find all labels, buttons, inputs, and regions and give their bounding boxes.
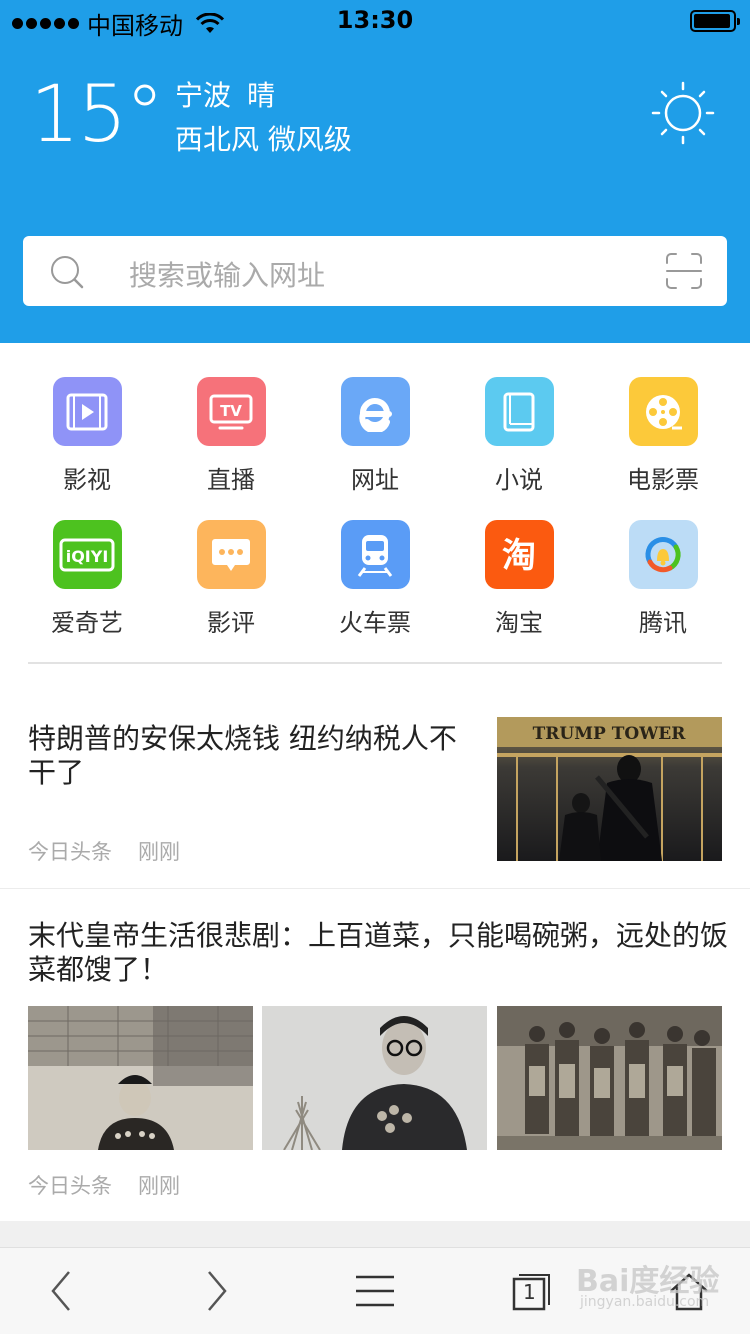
app-sites[interactable]: 网址 — [303, 377, 447, 495]
app-train-tickets[interactable]: 火车票 — [303, 520, 447, 638]
app-novel[interactable]: 小说 — [447, 377, 591, 495]
weather-location: 宁波晴 — [175, 74, 291, 114]
temperature: 15° — [30, 70, 164, 160]
app-movie-tickets[interactable]: 电影票 — [591, 377, 735, 495]
svg-text:TV: TV — [220, 402, 242, 420]
app-taobao[interactable]: 淘 淘宝 — [447, 520, 591, 638]
svg-text:iQIYI: iQIYI — [66, 547, 109, 566]
train-icon — [340, 520, 410, 589]
sun-icon[interactable] — [650, 80, 716, 146]
app-video[interactable]: 影视 — [15, 377, 159, 495]
news-source: 今日头条 — [28, 1174, 112, 1198]
app-label: 电影票 — [627, 466, 699, 494]
news-image[interactable] — [262, 1006, 487, 1150]
app-live[interactable]: TV 直播 — [159, 377, 303, 495]
condition-label: 晴 — [247, 79, 276, 112]
city-label: 宁波 — [175, 79, 232, 112]
app-label: 小说 — [495, 466, 543, 494]
search-bar[interactable]: 搜索或输入网址 — [23, 236, 727, 306]
tabs-button[interactable]: 1 — [506, 1268, 556, 1314]
watermark-url: jingyan.baidu.com — [580, 1294, 710, 1310]
news-source: 今日头条 — [28, 840, 112, 864]
news-item[interactable]: 特朗普的安保太烧钱 纽约纳税人不干了 今日头条 刚刚 TRUMP TOWER — [0, 664, 750, 888]
news-image[interactable] — [28, 1006, 253, 1150]
news-meta: 今日头条 刚刚 — [28, 836, 206, 866]
news-meta: 今日头条 刚刚 — [28, 1170, 206, 1200]
news-time: 刚刚 — [138, 840, 180, 864]
app-label: 腾讯 — [639, 609, 687, 637]
app-tencent[interactable]: 腾讯 — [591, 520, 735, 638]
app-reviews[interactable]: 影评 — [159, 520, 303, 638]
news-item[interactable]: 末代皇帝生活很悲剧：上百道菜，只能喝碗粥，远处的饭菜都馊了！ 今日头条 刚刚 — [0, 889, 750, 1221]
news-title[interactable]: 末代皇帝生活很悲剧：上百道菜，只能喝碗粥，远处的饭菜都馊了！ — [28, 919, 728, 987]
comment-icon — [196, 520, 266, 589]
video-icon — [52, 377, 122, 446]
status-time: 13:30 — [336, 6, 414, 34]
news-image[interactable] — [497, 1006, 722, 1150]
scan-icon[interactable] — [665, 252, 703, 290]
news-title[interactable]: 特朗普的安保太烧钱 纽约纳税人不干了 — [28, 722, 468, 790]
taobao-icon: 淘 — [484, 520, 554, 589]
book-icon — [484, 377, 554, 446]
quick-links-grid: 影视 TV 直播 网址 小说 电影票 iQIYI 爱奇艺 影评 火车票 淘 淘宝… — [0, 343, 750, 663]
chevron-right-icon — [208, 1271, 227, 1311]
app-label: 影视 — [63, 466, 111, 494]
svg-text:淘: 淘 — [502, 536, 536, 576]
film-reel-icon — [628, 377, 698, 446]
search-input[interactable]: 搜索或输入网址 — [129, 254, 325, 294]
app-label: 淘宝 — [495, 609, 543, 637]
feed-gap — [0, 1221, 750, 1247]
app-label: 直播 — [207, 466, 255, 494]
chevron-left-icon — [51, 1271, 70, 1311]
news-time: 刚刚 — [138, 1174, 180, 1198]
wind-label: 西北风 微风级 — [175, 123, 352, 156]
search-icon — [51, 256, 84, 289]
app-label: 火车票 — [339, 609, 411, 637]
app-iqiyi[interactable]: iQIYI 爱奇艺 — [15, 520, 159, 638]
app-label: 影评 — [207, 609, 255, 637]
forward-button[interactable] — [192, 1268, 242, 1314]
battery-icon — [690, 10, 740, 32]
e-browser-icon — [340, 377, 410, 446]
tencent-icon — [628, 520, 698, 589]
weather-header: 中国移动 13:30 15° 宁波晴 西北风 微风级 搜索或输入网址 — [0, 0, 750, 343]
tabs-count: 1 — [523, 1280, 536, 1304]
app-label: 网址 — [351, 466, 399, 494]
news-thumbnail[interactable]: TRUMP TOWER — [497, 717, 722, 861]
status-bar: 中国移动 13:30 — [0, 0, 750, 40]
iqiyi-icon: iQIYI — [52, 520, 122, 589]
tv-icon: TV — [196, 377, 266, 446]
menu-button[interactable] — [350, 1268, 400, 1314]
menu-icon — [356, 1275, 394, 1307]
app-label: 爱奇艺 — [51, 609, 123, 637]
svg-text:TRUMP TOWER: TRUMP TOWER — [533, 724, 687, 744]
back-button[interactable] — [36, 1268, 86, 1314]
